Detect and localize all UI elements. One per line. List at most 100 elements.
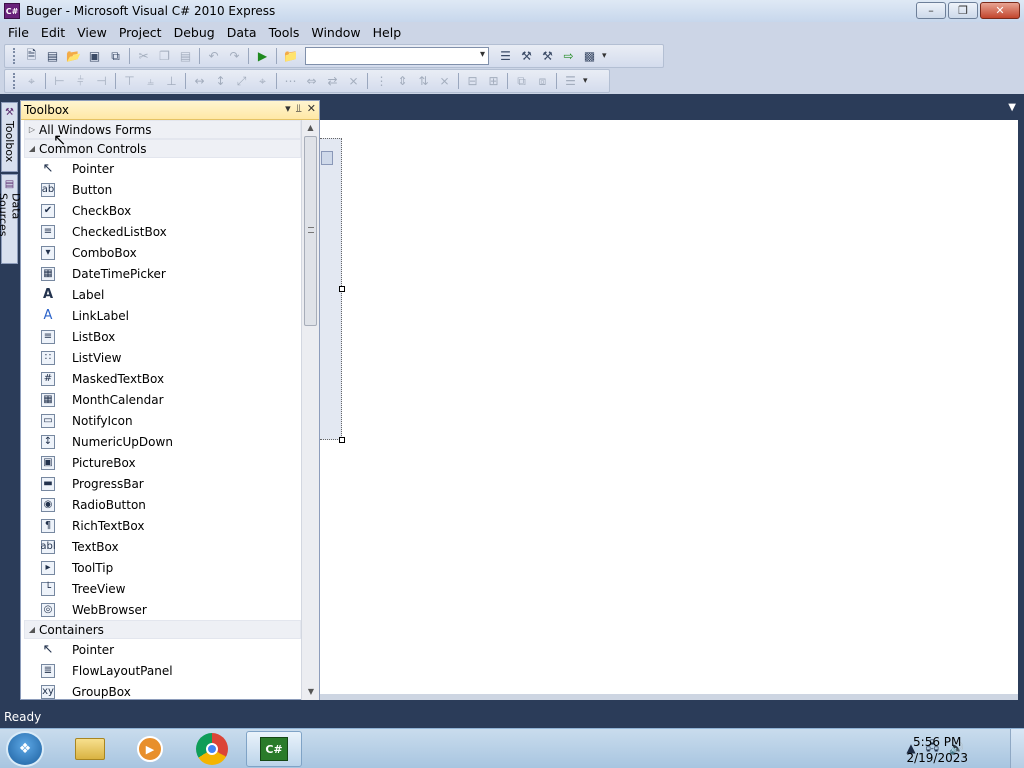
- start-button[interactable]: ❖: [6, 731, 44, 767]
- save-icon[interactable]: ▣: [84, 46, 105, 66]
- save-all-icon[interactable]: ⧉: [105, 46, 126, 66]
- remove-horizontal-spacing-icon[interactable]: ⨯: [343, 71, 364, 91]
- toolbox-rail-tab[interactable]: ⚒ Toolbox: [1, 102, 18, 172]
- toolbox-item-checkbox[interactable]: ✔ CheckBox: [21, 200, 301, 221]
- copy-icon[interactable]: ❐: [154, 46, 175, 66]
- toolbox-item-textbox[interactable]: abl TextBox: [21, 536, 301, 557]
- scroll-down-icon[interactable]: ▼: [302, 684, 320, 700]
- remove-vertical-spacing-icon[interactable]: ⨯: [434, 71, 455, 91]
- toolbox-item-tooltip[interactable]: ▸ ToolTip: [21, 557, 301, 578]
- scrollbar-thumb[interactable]: [304, 136, 317, 326]
- align-middles-icon[interactable]: ⫨: [140, 71, 161, 91]
- auto-hide-pin-icon[interactable]: ⫫: [296, 102, 302, 116]
- decrease-vertical-spacing-icon[interactable]: ⇅: [413, 71, 434, 91]
- bring-to-front-icon[interactable]: ⧉: [511, 71, 532, 91]
- toolbar-grip[interactable]: [13, 48, 17, 64]
- taskbar-chrome[interactable]: [184, 731, 240, 767]
- cut-icon[interactable]: ✂: [133, 46, 154, 66]
- active-files-dropdown-icon[interactable]: ▼: [1008, 102, 1016, 113]
- find-combo[interactable]: [305, 47, 489, 65]
- form-designer-surface[interactable]: [320, 120, 1018, 696]
- system-clock[interactable]: 5:56 PM 2/19/2023: [906, 734, 968, 766]
- menu-file[interactable]: File: [2, 25, 35, 40]
- toolbox-item-notifyicon[interactable]: ▭ NotifyIcon: [21, 410, 301, 431]
- menu-help[interactable]: Help: [367, 25, 408, 40]
- toolbox-item-treeview[interactable]: └ TreeView: [21, 578, 301, 599]
- decrease-horizontal-spacing-icon[interactable]: ⇄: [322, 71, 343, 91]
- scroll-up-icon[interactable]: ▲: [302, 120, 319, 136]
- toolbox-item-linklabel[interactable]: A LinkLabel: [21, 305, 301, 326]
- align-rights-icon[interactable]: ⊣: [91, 71, 112, 91]
- taskbar-media-player[interactable]: ▶: [122, 731, 178, 767]
- toolbox-item-listview[interactable]: ∷ ListView: [21, 347, 301, 368]
- increase-horizontal-spacing-icon[interactable]: ⇔: [301, 71, 322, 91]
- make-same-size-icon[interactable]: ⤢: [231, 71, 252, 91]
- toolbox-close-icon[interactable]: ✕: [307, 102, 316, 116]
- toolbox-item-numericupdown[interactable]: ↕ NumericUpDown: [21, 431, 301, 452]
- vertical-spacing-equal-icon[interactable]: ⋮: [371, 71, 392, 91]
- align-tops-icon[interactable]: ⊤: [119, 71, 140, 91]
- make-same-width-icon[interactable]: ↔: [189, 71, 210, 91]
- horizontal-spacing-equal-icon[interactable]: ⋯: [280, 71, 301, 91]
- category-containers[interactable]: ◢ Containers: [24, 620, 301, 639]
- close-button[interactable]: ✕: [980, 2, 1020, 19]
- menu-edit[interactable]: Edit: [35, 25, 71, 40]
- menu-tools[interactable]: Tools: [263, 25, 306, 40]
- center-vertically-icon[interactable]: ⊞: [483, 71, 504, 91]
- paste-icon[interactable]: ▤: [175, 46, 196, 66]
- toolbar-overflow-icon[interactable]: ▾: [602, 51, 607, 61]
- toolbox-item-progressbar[interactable]: ▬ ProgressBar: [21, 473, 301, 494]
- toolbox-item-flowlayoutpanel[interactable]: ≣ FlowLayoutPanel: [21, 660, 301, 681]
- find-in-files-icon[interactable]: 📁: [280, 46, 301, 66]
- center-horizontally-icon[interactable]: ⊟: [462, 71, 483, 91]
- toolbox-item-webbrowser[interactable]: ◎ WebBrowser: [21, 599, 301, 620]
- data-sources-rail-tab[interactable]: ▤ Data Sources: [0, 174, 23, 264]
- send-to-back-icon[interactable]: ⧈: [532, 71, 553, 91]
- window-position-dropdown-icon[interactable]: ▾: [285, 102, 291, 116]
- extension-manager-icon[interactable]: ▩: [579, 46, 600, 66]
- toolbox-window-icon[interactable]: ⚒: [537, 46, 558, 66]
- solution-explorer-icon[interactable]: ☰: [495, 46, 516, 66]
- toolbox-item-groupbox[interactable]: xy GroupBox: [21, 681, 301, 700]
- start-debugging-icon[interactable]: ▶: [252, 46, 273, 66]
- make-same-height-icon[interactable]: ↕: [210, 71, 231, 91]
- toolbar-grip[interactable]: [13, 73, 17, 89]
- toolbox-item-picturebox[interactable]: ▣ PictureBox: [21, 452, 301, 473]
- toolbox-item-radiobutton[interactable]: ◉ RadioButton: [21, 494, 301, 515]
- toolbox-item-combobox[interactable]: ▾ ComboBox: [21, 242, 301, 263]
- size-to-grid-icon[interactable]: ⌖: [252, 71, 273, 91]
- menu-project[interactable]: Project: [113, 25, 168, 40]
- new-project-icon[interactable]: 🗎: [21, 46, 42, 66]
- align-lefts-icon[interactable]: ⊢: [49, 71, 70, 91]
- toolbox-item-pointer[interactable]: ↖ Pointer: [21, 158, 301, 179]
- toolbox-item-pointer[interactable]: ↖ Pointer: [21, 639, 301, 660]
- toolbox-scrollbar[interactable]: ▲ ▼: [301, 120, 319, 700]
- toolbox-item-button[interactable]: ab Button: [21, 179, 301, 200]
- menu-window[interactable]: Window: [305, 25, 366, 40]
- taskbar-visual-csharp[interactable]: C#: [246, 731, 302, 767]
- toolbox-item-monthcalendar[interactable]: ▦ MonthCalendar: [21, 389, 301, 410]
- taskbar-explorer[interactable]: [62, 731, 118, 767]
- resize-handle-right[interactable]: [339, 286, 345, 292]
- show-desktop-button[interactable]: [1010, 729, 1024, 768]
- toolbox-item-datetimepicker[interactable]: ▦ DateTimePicker: [21, 263, 301, 284]
- menu-debug[interactable]: Debug: [168, 25, 221, 40]
- maximize-button[interactable]: ❐: [948, 2, 978, 19]
- toolbox-item-richtextbox[interactable]: ¶ RichTextBox: [21, 515, 301, 536]
- menu-view[interactable]: View: [71, 25, 113, 40]
- undo-icon[interactable]: ↶: [203, 46, 224, 66]
- increase-vertical-spacing-icon[interactable]: ⇕: [392, 71, 413, 91]
- minimize-button[interactable]: –: [916, 2, 946, 19]
- toolbox-item-listbox[interactable]: ≡ ListBox: [21, 326, 301, 347]
- toolbox-item-checkedlistbox[interactable]: ≡ CheckedListBox: [21, 221, 301, 242]
- menu-data[interactable]: Data: [221, 25, 263, 40]
- align-centers-icon[interactable]: ⫩: [70, 71, 91, 91]
- start-page-icon[interactable]: ⇨: [558, 46, 579, 66]
- toolbox-item-maskedtextbox[interactable]: # MaskedTextBox: [21, 368, 301, 389]
- add-item-icon[interactable]: ▤: [42, 46, 63, 66]
- resize-handle-bottom-right[interactable]: [339, 437, 345, 443]
- tab-order-icon[interactable]: ☰: [560, 71, 581, 91]
- align-bottoms-icon[interactable]: ⊥: [161, 71, 182, 91]
- redo-icon[interactable]: ↷: [224, 46, 245, 66]
- properties-window-icon[interactable]: ⚒: [516, 46, 537, 66]
